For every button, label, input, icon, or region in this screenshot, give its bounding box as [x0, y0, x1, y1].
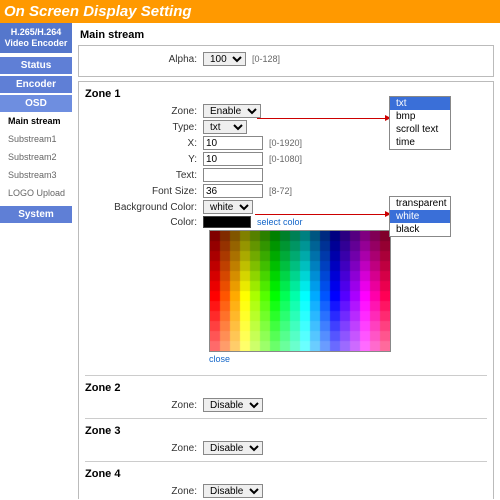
sub-logo-upload[interactable]: LOGO Upload — [0, 184, 72, 202]
zone2-zone-select[interactable]: Disable — [203, 398, 263, 412]
zone1-font-input[interactable] — [203, 184, 263, 198]
zone2-zone-label: Zone: — [85, 400, 203, 411]
popup-item-txt[interactable]: txt — [390, 97, 450, 110]
zone3-zone-select[interactable]: Disable — [203, 441, 263, 455]
nav-encoder[interactable]: Encoder — [0, 76, 72, 93]
zone4-zone-select[interactable]: Disable — [203, 484, 263, 498]
select-color-link[interactable]: select color — [257, 217, 303, 227]
zone1-y-label: Y: — [85, 154, 203, 165]
sub-substream2[interactable]: Substream2 — [0, 148, 72, 166]
page-header: On Screen Display Setting — [0, 0, 500, 23]
zone1-color-label: Color: — [85, 217, 203, 228]
zone1-y-input[interactable] — [203, 152, 263, 166]
type-popup: txt bmp scroll text time — [389, 96, 451, 150]
zone3-title: Zone 3 — [85, 425, 487, 437]
zone1-bg-select[interactable]: white — [203, 200, 253, 214]
color-picker[interactable] — [209, 230, 487, 352]
popup-item-bmp[interactable]: bmp — [390, 110, 450, 123]
zone1-text-input[interactable] — [203, 168, 263, 182]
alpha-select[interactable]: 100 — [203, 52, 246, 66]
zone1-panel: Zone 1 Zone: Enable Type: txt X: [0-1920… — [78, 81, 494, 499]
main-content: Main stream Alpha: 100 [0-128] Zone 1 Zo… — [72, 23, 500, 499]
popup-item-time[interactable]: time — [390, 136, 450, 149]
close-link[interactable]: close — [209, 354, 230, 364]
arrow-icon — [255, 214, 387, 215]
alpha-panel: Alpha: 100 [0-128] — [78, 45, 494, 77]
zone4-zone-label: Zone: — [85, 486, 203, 497]
zone1-type-label: Type: — [85, 122, 203, 133]
nav-system[interactable]: System — [0, 206, 72, 223]
nav-status[interactable]: Status — [0, 57, 72, 74]
popup-item-black[interactable]: black — [390, 223, 450, 236]
popup-item-scroll[interactable]: scroll text — [390, 123, 450, 136]
color-swatch — [203, 216, 251, 228]
zone1-type-select[interactable]: txt — [203, 120, 247, 134]
zone1-font-label: Font Size: — [85, 186, 203, 197]
nav-osd[interactable]: OSD — [0, 95, 72, 112]
arrow-icon — [257, 118, 387, 119]
popup-item-white[interactable]: white — [390, 210, 450, 223]
zone1-zone-select[interactable]: Enable — [203, 104, 261, 118]
sub-substream3[interactable]: Substream3 — [0, 166, 72, 184]
zone1-bg-label: Background Color: — [85, 202, 203, 213]
popup-item-transparent[interactable]: transparent — [390, 197, 450, 210]
sidebar: H.265/H.264 Video Encoder Status Encoder… — [0, 23, 72, 499]
zone1-x-label: X: — [85, 138, 203, 149]
zone1-zone-label: Zone: — [85, 106, 203, 117]
alpha-label: Alpha: — [85, 54, 203, 65]
zone1-font-hint: [8-72] — [269, 186, 292, 196]
zone1-text-label: Text: — [85, 170, 203, 181]
zone1-y-hint: [0-1080] — [269, 154, 302, 164]
zone3-zone-label: Zone: — [85, 443, 203, 454]
zone4-title: Zone 4 — [85, 468, 487, 480]
sub-substream1[interactable]: Substream1 — [0, 130, 72, 148]
alpha-hint: [0-128] — [252, 54, 280, 64]
zone1-x-hint: [0-1920] — [269, 138, 302, 148]
sub-main-stream[interactable]: Main stream — [0, 112, 72, 130]
zone1-x-input[interactable] — [203, 136, 263, 150]
page-title: Main stream — [78, 23, 494, 45]
zone2-title: Zone 2 — [85, 382, 487, 394]
bg-popup: transparent white black — [389, 196, 451, 237]
device-title: H.265/H.264 Video Encoder — [0, 23, 72, 53]
